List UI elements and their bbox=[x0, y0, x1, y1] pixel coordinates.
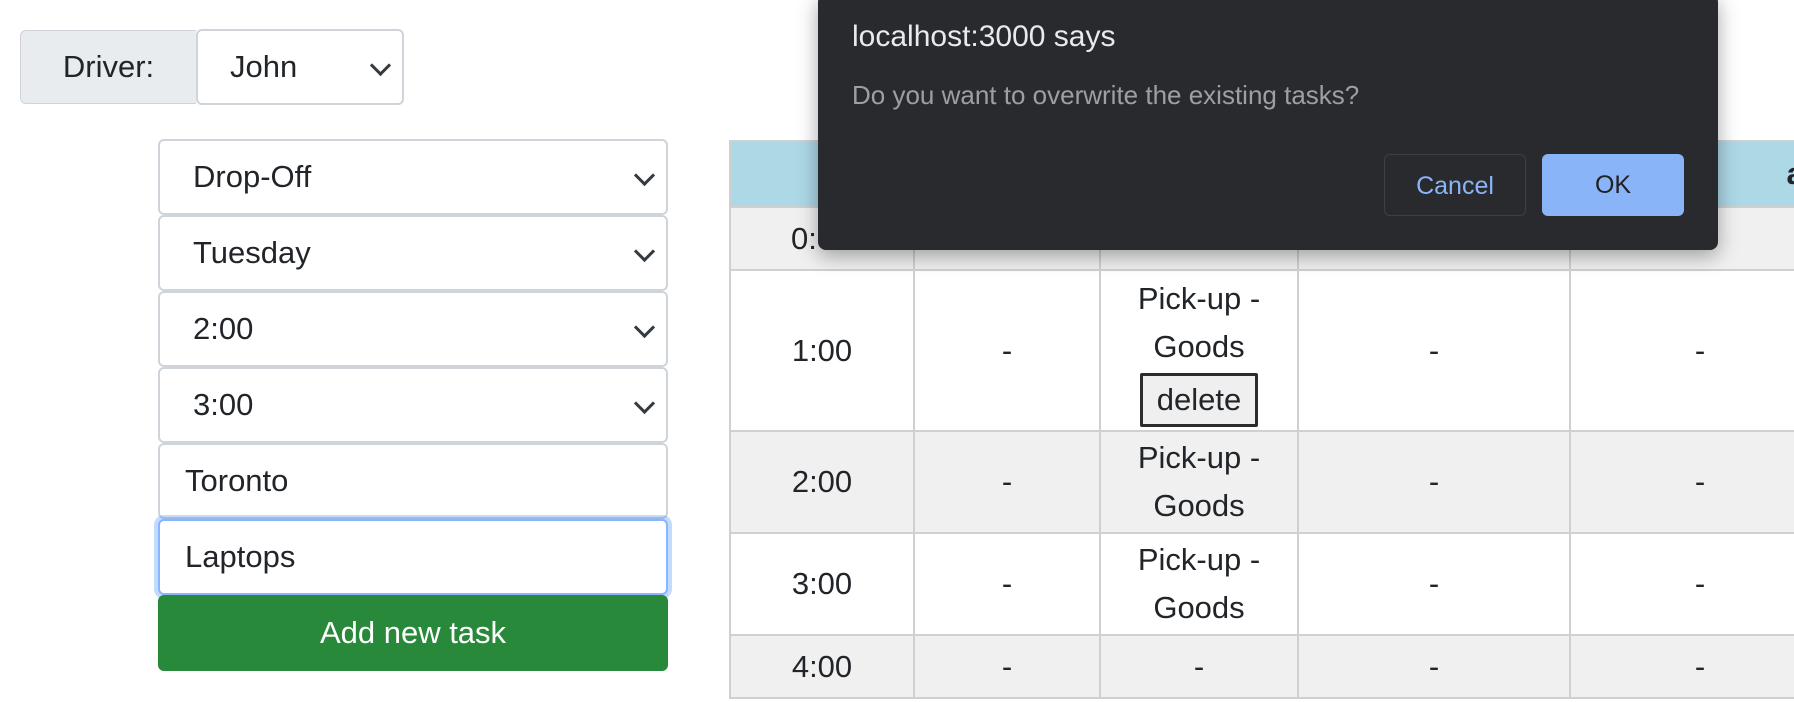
task-cell: Pick-up - Goods bbox=[1099, 532, 1299, 636]
cancel-button[interactable]: Cancel bbox=[1384, 154, 1526, 216]
task-cell: - bbox=[1297, 430, 1571, 534]
chevron-down-icon bbox=[633, 164, 656, 187]
day-select[interactable]: Tuesday bbox=[158, 215, 668, 291]
chevron-down-icon bbox=[633, 392, 656, 415]
day-value: Tuesday bbox=[193, 235, 311, 270]
table-row: 2:00 - Pick-up - Goods - - bbox=[729, 430, 1794, 534]
chevron-down-icon bbox=[369, 54, 392, 77]
task-cell: - bbox=[1297, 269, 1571, 432]
chevron-down-icon bbox=[633, 240, 656, 263]
task-cell: - bbox=[1569, 430, 1794, 534]
time-cell: 4:00 bbox=[729, 634, 915, 699]
task-cell: Pick-up - Goods bbox=[1099, 430, 1299, 534]
task-cell: - bbox=[913, 634, 1101, 699]
driver-select-value: John bbox=[230, 49, 298, 84]
task-cell: - bbox=[1297, 532, 1571, 636]
time-cell: 3:00 bbox=[729, 532, 915, 636]
task-cell: - bbox=[1569, 532, 1794, 636]
time-cell: 2:00 bbox=[729, 430, 915, 534]
task-type-select[interactable]: Drop-Off bbox=[158, 139, 668, 215]
confirm-dialog: localhost:3000 says Do you want to overw… bbox=[818, 0, 1718, 250]
task-label: Pick-up - Goods bbox=[1137, 280, 1261, 364]
table-row: 1:00 - Pick-up - Goods delete - - bbox=[729, 269, 1794, 432]
dialog-title: localhost:3000 says bbox=[852, 20, 1116, 53]
task-type-value: Drop-Off bbox=[193, 159, 312, 194]
task-cell: - bbox=[913, 430, 1101, 534]
task-cell: - bbox=[913, 269, 1101, 432]
task-cell: - bbox=[913, 532, 1101, 636]
driver-select[interactable]: John bbox=[196, 29, 404, 105]
task-cell: - bbox=[1099, 634, 1299, 699]
table-row: 4:00 - - - - bbox=[729, 634, 1794, 699]
end-time-select[interactable]: 3:00 bbox=[158, 367, 668, 443]
description-input[interactable]: Laptops bbox=[158, 519, 668, 595]
task-cell: - bbox=[1297, 634, 1571, 699]
delete-button[interactable]: delete bbox=[1139, 372, 1259, 427]
location-input[interactable]: Toronto bbox=[158, 443, 668, 519]
task-cell: - bbox=[1569, 634, 1794, 699]
driver-label: Driver: bbox=[20, 30, 196, 104]
task-cell: - bbox=[1569, 269, 1794, 432]
chevron-down-icon bbox=[633, 316, 656, 339]
ok-button[interactable]: OK bbox=[1542, 154, 1684, 216]
add-new-task-button[interactable]: Add new task bbox=[158, 595, 668, 671]
time-cell: 1:00 bbox=[729, 269, 915, 432]
table-row: 3:00 - Pick-up - Goods - - bbox=[729, 532, 1794, 636]
driver-selector-group: Driver: John bbox=[20, 29, 404, 105]
task-cell-with-delete: Pick-up - Goods delete bbox=[1099, 269, 1299, 432]
dialog-message: Do you want to overwrite the existing ta… bbox=[852, 80, 1360, 110]
start-time-select[interactable]: 2:00 bbox=[158, 291, 668, 367]
end-time-value: 3:00 bbox=[193, 387, 254, 422]
start-time-value: 2:00 bbox=[193, 311, 254, 346]
